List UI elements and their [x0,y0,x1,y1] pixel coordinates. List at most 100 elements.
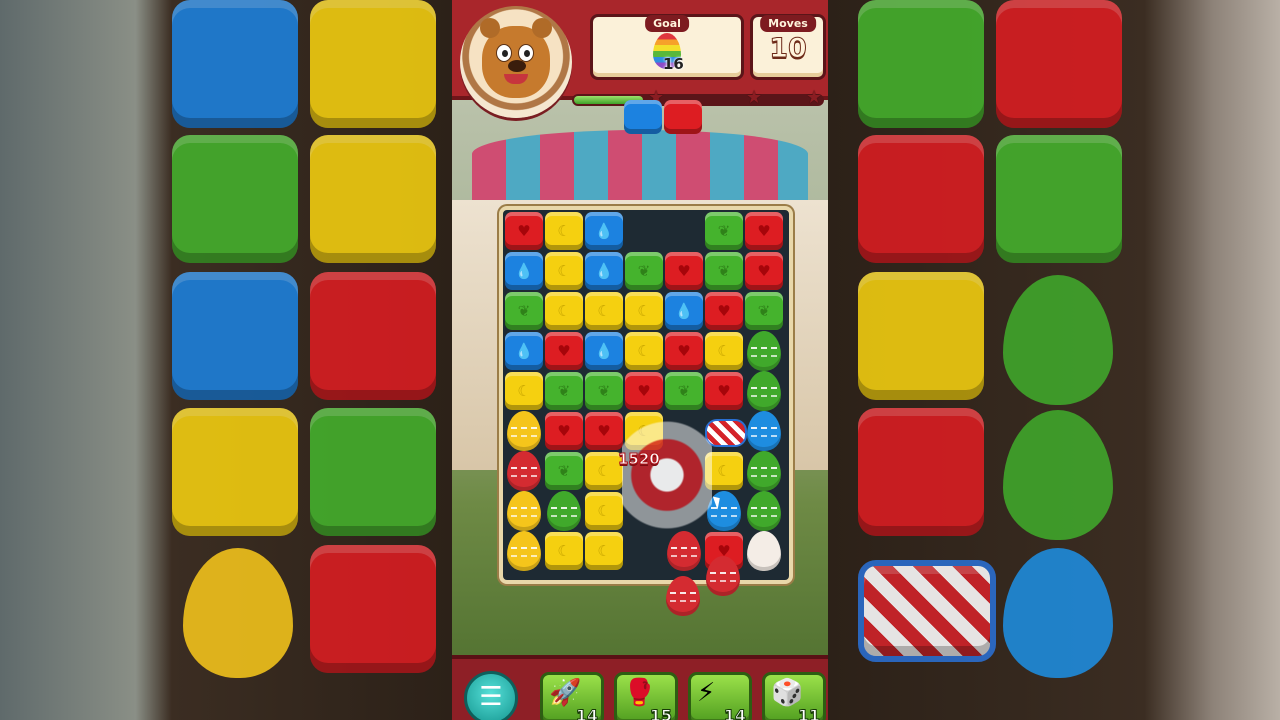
leaf-icon: ❦ [557,381,571,400]
yellow-tile[interactable]: ☾ [545,292,583,330]
red-tile[interactable]: ♥ [745,252,783,290]
bg-red-tile [858,408,984,536]
blue-tile [624,100,662,134]
hammer-rocket-booster-button[interactable]: 🚀 14 [540,672,604,720]
booster-count: 14 [723,706,746,720]
blue-tile[interactable]: 💧 [585,252,623,290]
yellow-tile[interactable]: ☾ [705,332,743,370]
yellow-egg[interactable] [507,411,541,451]
booster-count: 11 [797,706,820,720]
green-egg[interactable] [747,331,781,371]
moon-icon: ☾ [717,341,731,360]
green-egg[interactable] [547,491,581,531]
moon-icon: ☾ [597,461,611,480]
goal-label: Goal [645,15,689,32]
moves-label: Moves [760,15,816,32]
shop-awning [472,130,808,210]
drop-icon: 💧 [594,341,614,360]
bg-green-tile [172,135,298,263]
red-tile[interactable]: ♥ [505,212,543,250]
blue-tile[interactable]: 💧 [585,212,623,250]
heart-icon: ♥ [677,261,691,280]
background-right [828,0,1280,720]
green-tile[interactable]: ❦ [705,212,743,250]
goal-panel: Goal 16 [590,14,744,80]
game-screen: Goal 16 Moves 10 ★ ★ ★ ♥ ☾ 💧 ❦ ♥ 💧 ☾ 💧 ❦ ♥ ❦ ♥ ❦ ☾ ☾ ☾ 💧… [452,0,828,720]
yellow-tile[interactable]: ☾ [545,252,583,290]
moon-icon: ☾ [597,501,611,520]
green-egg[interactable] [747,491,781,531]
yellow-tile[interactable]: ☾ [545,212,583,250]
yellow-egg[interactable] [507,491,541,531]
red-tile[interactable]: ♥ [585,412,623,450]
moon-icon: ☾ [557,221,571,240]
lightning-hammer-icon: ⚡ [697,678,716,708]
yellow-tile[interactable]: ☾ [625,332,663,370]
red-tile[interactable]: ♥ [745,212,783,250]
green-tile[interactable]: ❦ [625,252,663,290]
white-egg[interactable] [747,531,781,571]
bg-yellow-egg [183,548,293,678]
drop-icon: 💧 [594,261,614,280]
dice-booster-button[interactable]: 🎲 11 [762,672,826,720]
green-tile[interactable]: ❦ [545,372,583,410]
booster-count: 15 [649,706,672,720]
red-tile[interactable]: ♥ [545,332,583,370]
blue-tile[interactable]: 💧 [505,332,543,370]
leaf-icon: ❦ [717,221,731,240]
star-icon: ★ [746,87,763,108]
yellow-tile[interactable]: ☾ [585,292,623,330]
bg-green-tile [996,135,1122,263]
yellow-tile[interactable]: ☾ [545,532,583,570]
red-tile[interactable]: ♥ [545,412,583,450]
yellow-tile[interactable]: ☾ [585,492,623,530]
moon-icon: ☾ [557,301,571,320]
green-tile[interactable]: ❦ [505,292,543,330]
red-tile[interactable]: ♥ [665,252,703,290]
moon-icon: ☾ [597,301,611,320]
red-tile [664,100,702,134]
leaf-icon: ❦ [757,301,771,320]
yellow-egg[interactable] [507,531,541,571]
green-tile[interactable]: ❦ [745,292,783,330]
heart-icon: ♥ [717,301,731,320]
bg-red-tile [858,135,984,263]
menu-list-icon[interactable]: ☰ [464,671,518,720]
green-egg[interactable] [747,451,781,491]
red-tile[interactable]: ♥ [665,332,703,370]
heart-icon: ♥ [677,341,691,360]
explosion-effect [622,400,712,550]
moon-icon: ☾ [717,461,731,480]
red-egg[interactable] [507,451,541,491]
yellow-tile[interactable]: ☾ [625,292,663,330]
heart-icon: ♥ [757,261,771,280]
moon-icon: ☾ [597,541,611,560]
score-popup: 1520 [618,450,661,469]
moon-icon: ☾ [557,261,571,280]
star-icon: ★ [806,87,823,108]
yellow-tile[interactable]: ☾ [585,532,623,570]
bg-yellow-tile [310,0,436,128]
bg-red-tile [996,0,1122,128]
dice-icon: 🎲 [771,678,804,708]
green-egg[interactable] [747,371,781,411]
yellow-tile[interactable]: ☾ [505,372,543,410]
blue-egg[interactable] [747,411,781,451]
lightning-hammer-booster-button[interactable]: ⚡ 14 [688,672,752,720]
drop-icon: 💧 [514,341,534,360]
green-tile[interactable]: ❦ [585,372,623,410]
heart-icon: ♥ [557,421,571,440]
green-tile[interactable]: ❦ [545,452,583,490]
red-tile[interactable]: ♥ [705,292,743,330]
heart-icon: ♥ [637,381,651,400]
goal-count: 16 [663,55,684,73]
red-tile[interactable]: ♥ [705,372,743,410]
boxing-glove-booster-button[interactable]: 🥊 15 [614,672,678,720]
green-tile[interactable]: ❦ [705,252,743,290]
heart-icon: ♥ [757,221,771,240]
blue-tile[interactable]: 💧 [505,252,543,290]
blue-tile[interactable]: 💧 [585,332,623,370]
bg-green-egg [1003,275,1113,405]
blue-tile[interactable]: 💧 [665,292,703,330]
bg-blue-tile [172,0,298,128]
